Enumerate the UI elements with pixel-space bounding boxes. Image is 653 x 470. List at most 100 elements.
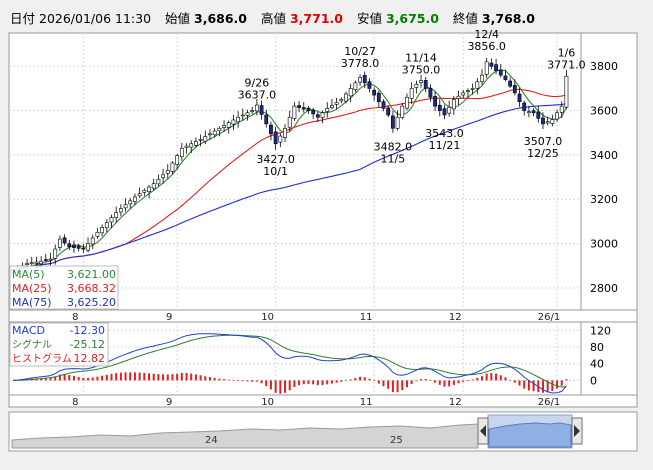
macd-hist-bar-26 [133,372,136,381]
candle-body-103 [494,64,498,71]
macd-hist-bar-60 [293,380,296,387]
candle-body-82 [395,116,400,129]
candle-body-38 [189,143,194,148]
macd-hist-bar-51 [251,380,254,382]
navigator-left-handle[interactable] [477,417,489,445]
macd-hist-bar-22 [115,373,118,381]
candle-body-27 [137,193,142,197]
candle-body-56 [273,131,278,145]
candle-body-15 [81,247,86,250]
candle-body-72 [348,88,353,97]
macd-hist-bar-13 [72,375,75,381]
macd-hist-bar-88 [424,378,427,381]
candle-body-85 [409,88,414,99]
macd-hist-bar-102 [490,372,493,381]
candle-body-45 [222,125,226,128]
macd-hist-bar-55 [269,380,272,390]
macd-hist-bar-61 [298,380,301,386]
month-label-4: 12 [449,312,462,323]
macd-tick-40: 40 [590,358,604,371]
macd-hist-bar-57 [279,380,282,394]
macd-hist-bar-91 [438,380,441,385]
candle-body-33 [165,170,170,174]
legend-histogram-label: ヒストグラム [12,352,72,365]
candle-body-77 [372,89,377,96]
macd-hist-bar-62 [302,380,305,385]
candle-body-95 [456,95,461,99]
legend-ma5-value: 3,621.00 [67,268,116,281]
macd-hist-bar-25 [129,372,132,381]
candle-body-94 [451,99,456,110]
macd-tick-80: 80 [590,341,604,354]
candle-body-96 [461,92,466,96]
candle-body-92 [442,108,447,116]
macd-hist-bar-76 [368,378,371,381]
price-tick-3000: 3000 [590,238,618,251]
candle-body-55 [269,124,273,135]
price-tick-2800: 2800 [590,282,618,295]
candle-body-29 [147,186,151,193]
legend-ma75-label: MA(75) [12,296,52,309]
macd-hist-bar-65 [316,380,319,386]
macd-hist-bar-80 [387,380,390,389]
macd-hist-bar-107 [513,380,516,383]
chart-canvas: 2800 3000 3200 3400 3600 3800 8 8 9 9 10 10 11 11 12 1… [8,28,638,452]
price-tick-3600: 3600 [590,105,618,118]
candle-body-116 [555,112,559,120]
candle-body-28 [142,190,147,193]
month-label-bottom-2: 10 [261,397,274,408]
candle-body-52 [254,104,259,112]
macd-hist-bar-94 [452,380,455,385]
month-label-bottom-5: 26/1 [538,397,560,408]
candle-body-88 [423,80,428,89]
candle-body-79 [381,101,386,109]
legend-ma25-value: 3,668.32 [67,282,116,295]
candle-body-51 [250,110,255,112]
candle-body-64 [311,110,316,115]
legend-histogram-value: 12.82 [74,352,106,365]
candle-body-71 [344,93,348,102]
navigator-label-25: 25 [390,435,403,446]
macd-hist-bar-46 [227,379,230,381]
navigator-label-24: 24 [205,435,218,446]
macd-hist-bar-81 [391,380,394,393]
macd-hist-bar-96 [462,380,465,382]
macd-hist-bar-67 [326,380,329,385]
candle-body-106 [508,80,513,87]
macd-hist-bar-103 [495,373,498,381]
candle-body-89 [428,88,433,98]
macd-hist-bar-40 [199,375,202,381]
candle-body-84 [405,96,409,109]
macd-hist-bar-92 [443,380,446,387]
macd-hist-bar-95 [457,380,460,384]
candle-body-5 [34,261,39,264]
macd-hist-bar-86 [415,380,418,382]
candle-body-46 [226,122,231,128]
candle-body-31 [156,178,161,185]
candle-body-100 [480,74,484,82]
candle-body-65 [315,114,320,118]
macd-hist-bar-111 [532,380,535,392]
candle-body-93 [447,106,452,114]
candle-body-20 [104,222,109,229]
macd-hist-bar-16 [87,377,90,381]
candle-body-118 [564,75,569,108]
candle-body-53 [259,105,264,115]
candle-body-26 [133,196,137,202]
legend-ma25-label: MA(25) [12,282,52,295]
navigator-right-handle[interactable] [571,417,583,445]
macd-hist-bar-110 [527,380,530,391]
macd-hist-bar-37 [185,373,188,381]
candle-body-83 [400,105,405,118]
macd-hist-bar-53 [260,380,263,384]
macd-legend: MACD -12.30 シグナル -25.12 ヒストグラム 12.82 [9,322,109,367]
annotation-value-0: 3637.0 [238,88,277,101]
macd-hist-bar-113 [541,380,544,393]
candle-body-80 [386,107,391,116]
annotation-value-8: 3771.0 [547,59,586,72]
macd-hist-bar-85 [410,380,413,384]
annotation-value-2: 3778.0 [341,57,380,70]
legend-macd-label: MACD [12,324,45,337]
candle-body-12 [67,243,72,248]
candle-body-24 [123,204,128,209]
